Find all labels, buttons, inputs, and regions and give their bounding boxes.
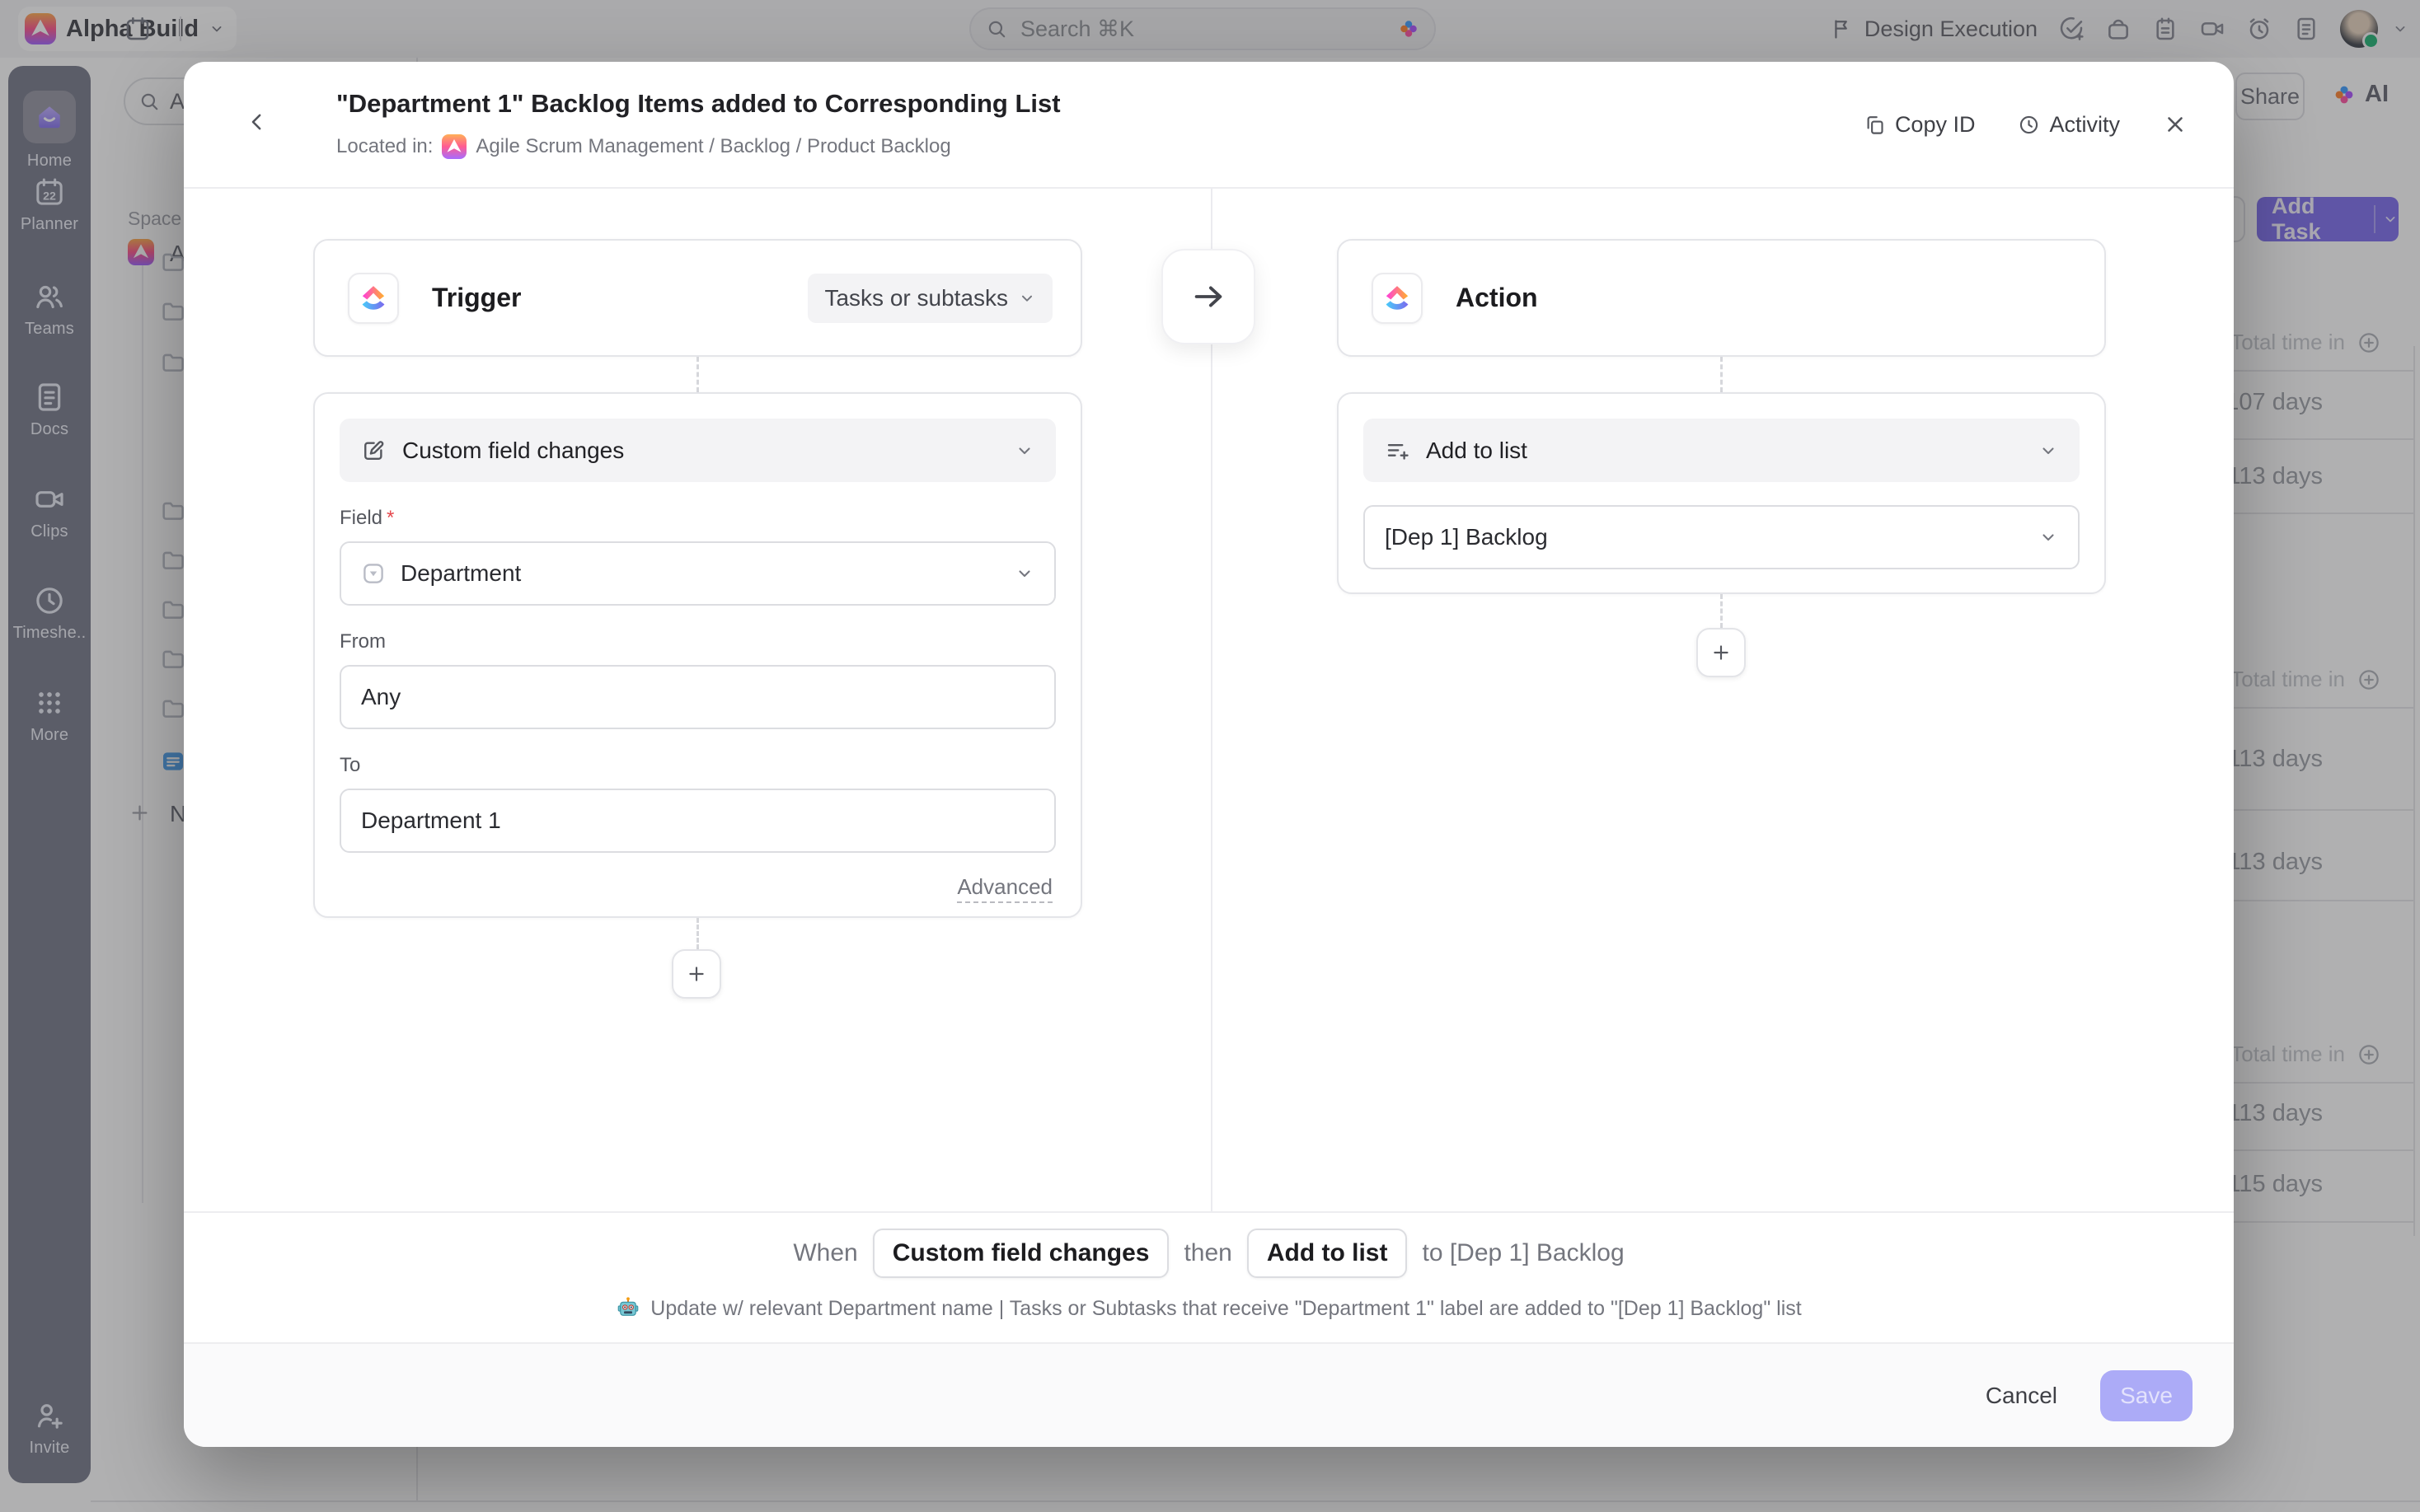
chevron-down-icon bbox=[2038, 527, 2058, 547]
connector-line bbox=[696, 357, 699, 392]
save-button[interactable]: Save bbox=[2100, 1370, 2193, 1421]
located-in-row: Located in: Agile Scrum Management / Bac… bbox=[336, 134, 951, 159]
modal-footer: Cancel Save bbox=[184, 1342, 2234, 1447]
trigger-card: Trigger Tasks or subtasks bbox=[313, 239, 1082, 357]
copy-id-button[interactable]: Copy ID bbox=[1864, 112, 1976, 138]
arrow-right-icon bbox=[1189, 278, 1227, 316]
summary-target: to [Dep 1] Backlog bbox=[1422, 1239, 1624, 1267]
breadcrumb[interactable]: Agile Scrum Management / Backlog / Produ… bbox=[476, 135, 950, 158]
connector-line bbox=[1720, 357, 1723, 392]
chevron-down-icon bbox=[1015, 564, 1034, 583]
space-avatar bbox=[442, 134, 467, 159]
edit-field-icon bbox=[361, 438, 386, 463]
trigger-scope-dropdown[interactable]: Tasks or subtasks bbox=[808, 274, 1053, 323]
plus-icon bbox=[686, 963, 707, 985]
clickup-logo-tile bbox=[348, 273, 399, 324]
to-input[interactable]: Department 1 bbox=[340, 789, 1056, 853]
trigger-action-arrow bbox=[1161, 249, 1255, 344]
modal-header-actions: Copy ID Activity bbox=[1864, 62, 2188, 187]
action-card: Action bbox=[1337, 239, 2106, 357]
from-label: From bbox=[340, 630, 1056, 653]
robot-emoji-icon bbox=[616, 1296, 640, 1321]
chevron-down-icon bbox=[1015, 441, 1034, 461]
cancel-button[interactable]: Cancel bbox=[1986, 1383, 2057, 1409]
chevron-down-icon bbox=[2038, 441, 2058, 461]
summary-trigger-pill[interactable]: Custom field changes bbox=[873, 1229, 1170, 1278]
connector-line bbox=[696, 918, 699, 949]
trigger-type-dropdown[interactable]: Custom field changes bbox=[340, 419, 1056, 482]
automation-summary: When Custom field changes then Add to li… bbox=[184, 1211, 2234, 1342]
trigger-config-card: Custom field changes Field* Department F… bbox=[313, 392, 1082, 918]
plus-icon bbox=[1710, 642, 1732, 663]
dropdown-field-icon bbox=[361, 561, 386, 586]
automation-modal: "Department 1" Backlog Items added to Co… bbox=[184, 62, 2234, 1447]
connector-line bbox=[1720, 594, 1723, 628]
back-button[interactable] bbox=[237, 101, 278, 143]
automation-canvas: Trigger Tasks or subtasks Custom field c… bbox=[184, 189, 2234, 1211]
screen: Alpha Build Design Execution Home bbox=[0, 0, 2420, 1512]
clickup-logo-tile bbox=[1372, 273, 1423, 324]
chevron-left-icon bbox=[245, 110, 270, 134]
summary-action-pill[interactable]: Add to list bbox=[1247, 1229, 1408, 1278]
field-label: Field* bbox=[340, 507, 1056, 530]
summary-sentence: When Custom field changes then Add to li… bbox=[793, 1229, 1624, 1278]
action-config-card: Add to list [Dep 1] Backlog bbox=[1337, 392, 2106, 594]
chevron-down-icon bbox=[1018, 289, 1036, 307]
history-icon bbox=[2018, 114, 2040, 136]
list-plus-icon bbox=[1385, 438, 1409, 463]
required-mark: * bbox=[387, 507, 394, 529]
to-label: To bbox=[340, 754, 1056, 777]
action-heading: Action bbox=[1456, 283, 1538, 313]
from-input[interactable]: Any bbox=[340, 665, 1056, 729]
modal-header: "Department 1" Backlog Items added to Co… bbox=[184, 62, 2234, 189]
close-icon[interactable] bbox=[2163, 112, 2188, 137]
automation-title: "Department 1" Backlog Items added to Co… bbox=[336, 89, 1061, 119]
summary-when: When bbox=[793, 1239, 857, 1267]
activity-button[interactable]: Activity bbox=[2018, 112, 2120, 138]
add-action-button[interactable] bbox=[1696, 628, 1746, 677]
trigger-heading: Trigger bbox=[432, 283, 521, 313]
clickup-logo-icon bbox=[1383, 284, 1411, 312]
field-select[interactable]: Department bbox=[340, 541, 1056, 606]
located-in-label: Located in: bbox=[336, 135, 433, 158]
copy-icon bbox=[1864, 114, 1886, 136]
action-type-dropdown[interactable]: Add to list bbox=[1363, 419, 2080, 482]
target-list-select[interactable]: [Dep 1] Backlog bbox=[1363, 505, 2080, 569]
description-text: Update w/ relevant Department name | Tas… bbox=[650, 1297, 1801, 1321]
summary-then: then bbox=[1184, 1239, 1231, 1267]
add-trigger-step-button[interactable] bbox=[672, 949, 721, 999]
automation-description: Update w/ relevant Department name | Tas… bbox=[616, 1296, 1801, 1321]
advanced-link[interactable]: Advanced bbox=[957, 874, 1053, 903]
clickup-logo-icon bbox=[359, 284, 387, 312]
